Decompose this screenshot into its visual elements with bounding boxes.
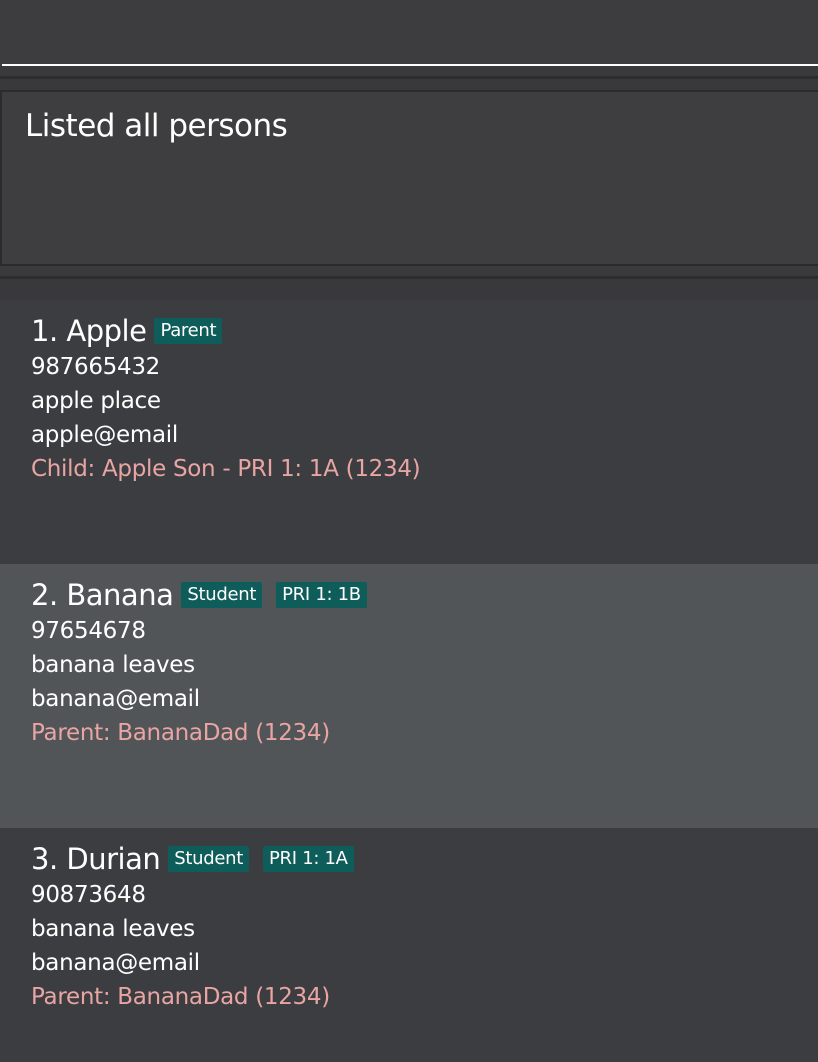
person-card[interactable]: 3. Durian Student PRI 1: 1A 90873648 ban…	[0, 828, 818, 1062]
person-phone: 987665432	[31, 354, 160, 380]
person-name-row: 3. Durian Student PRI 1: 1A	[31, 840, 818, 878]
person-name-row: 2. Banana Student PRI 1: 1B	[31, 576, 818, 614]
person-class-tag: PRI 1: 1A	[263, 846, 354, 872]
command-input[interactable]	[2, 0, 818, 64]
person-tag: Student	[168, 846, 249, 872]
person-name: 1. Apple	[31, 314, 147, 348]
person-name-row: 1. Apple Parent	[31, 312, 818, 350]
divider	[0, 66, 818, 76]
divider	[0, 279, 818, 300]
person-card[interactable]: 1. Apple Parent 987665432 apple place ap…	[0, 300, 818, 564]
person-phone: 90873648	[31, 882, 146, 908]
person-tag: Student	[181, 582, 263, 608]
person-class-tag: PRI 1: 1B	[276, 582, 367, 608]
result-display[interactable]: Listed all persons	[0, 90, 818, 266]
person-address: banana leaves	[31, 652, 195, 678]
command-box-area	[0, 0, 818, 66]
person-address: banana leaves	[31, 916, 195, 942]
person-tag: Parent	[154, 318, 223, 344]
person-email: banana@email	[31, 686, 200, 712]
person-address: apple place	[31, 388, 161, 414]
divider	[0, 79, 818, 90]
person-name: 3. Durian	[31, 842, 161, 876]
person-email: banana@email	[31, 950, 200, 976]
person-relation: Parent: BananaDad (1234)	[31, 720, 330, 746]
result-message: Listed all persons	[25, 108, 288, 144]
person-relation: Parent: BananaDad (1234)	[31, 984, 330, 1010]
person-phone: 97654678	[31, 618, 146, 644]
divider	[0, 266, 818, 276]
person-name: 2. Banana	[31, 578, 174, 612]
person-email: apple@email	[31, 422, 178, 448]
app-window: Listed all persons 1. Apple Parent 98766…	[0, 0, 818, 1062]
person-relation: Child: Apple Son - PRI 1: 1A (1234)	[31, 456, 421, 482]
person-list[interactable]: 1. Apple Parent 987665432 apple place ap…	[0, 300, 818, 1062]
person-card[interactable]: 2. Banana Student PRI 1: 1B 97654678 ban…	[0, 564, 818, 828]
